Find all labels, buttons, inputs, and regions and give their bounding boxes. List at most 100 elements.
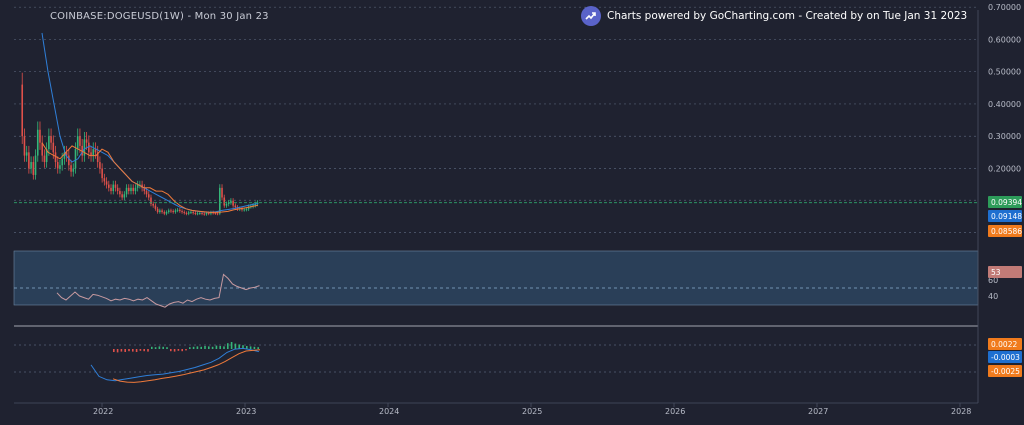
- macd-hist-bar: [143, 349, 145, 352]
- candle-body: [216, 213, 219, 215]
- candle-body: [161, 210, 163, 213]
- candle-body: [108, 184, 110, 188]
- macd-hist-bar: [158, 346, 161, 349]
- candle-body: [43, 155, 46, 163]
- macd-hist-bar: [177, 349, 180, 351]
- candle-body: [48, 136, 50, 150]
- macd-hist-bar: [223, 346, 225, 349]
- macd-hist-bar: [128, 349, 130, 352]
- candle-body: [183, 212, 186, 214]
- candle-body: [243, 209, 246, 211]
- y-tick-label: 0.20000: [988, 164, 1021, 173]
- candle-body: [112, 184, 115, 192]
- candle-body: [167, 210, 170, 213]
- candle-body: [192, 212, 194, 214]
- candle-body: [230, 200, 232, 203]
- macd-badge-3: -0.0025: [991, 367, 1020, 376]
- macd-hist-bar: [139, 349, 142, 351]
- macd-hist-bar: [154, 347, 157, 349]
- candle-body: [205, 212, 208, 215]
- candle-body: [103, 178, 106, 182]
- candle-body: [92, 149, 95, 156]
- chart-stage: 0.70000 0.60000 0.50000 0.40000 0.30000 0.200…: [0, 0, 1024, 425]
- candle-body: [121, 194, 123, 198]
- macd-hist-bar: [120, 349, 123, 352]
- macd-hist-bar: [170, 349, 172, 352]
- macd-hist-bar: [196, 346, 199, 349]
- macd-hist-bar: [208, 346, 210, 349]
- macd-hist-bar: [173, 349, 176, 352]
- macd-hist-bar: [132, 349, 134, 352]
- y-tick-label: 0.70000: [988, 3, 1021, 12]
- macd-badge-2: -0.0003: [991, 353, 1020, 362]
- candle-body: [70, 165, 72, 172]
- y-tick-label: 0.30000: [988, 132, 1021, 141]
- candle-body: [116, 187, 119, 192]
- candle-body: [88, 142, 90, 153]
- macd-hist-bar: [211, 346, 214, 349]
- candle-body: [105, 181, 108, 185]
- macd-hist-bar: [189, 347, 191, 349]
- macd-hist-bar: [135, 349, 138, 352]
- candle-body: [125, 187, 128, 195]
- ma-orange-line: [41, 142, 259, 213]
- candle-body: [72, 168, 75, 172]
- candle-body: [34, 155, 37, 175]
- price-badge-orange: 0.08586: [991, 227, 1022, 236]
- macd-hist-bar: [116, 349, 119, 353]
- candle-body: [39, 129, 41, 143]
- macd-hist-bar: [234, 343, 237, 349]
- ma-blue-line: [41, 32, 259, 213]
- candle-body: [30, 162, 32, 169]
- candle-body: [132, 187, 135, 192]
- candle-body: [234, 205, 237, 208]
- candle-body: [219, 187, 221, 214]
- candle-body: [56, 162, 59, 169]
- macd-hist-bar: [257, 347, 259, 349]
- candle-body: [187, 212, 190, 214]
- candle-body: [156, 208, 159, 213]
- x-tick-label: 2027: [808, 407, 828, 416]
- price-badge-blue: 0.09148: [991, 212, 1022, 221]
- rsi-tick-label: 40: [988, 292, 998, 301]
- macd-hist-bar: [162, 346, 164, 349]
- candle-body: [21, 84, 24, 137]
- macd-hist-bar: [124, 349, 126, 352]
- candle-body: [152, 203, 154, 206]
- candle-body: [194, 212, 197, 214]
- candle-body: [163, 212, 166, 214]
- credit-banner[interactable]: Charts powered by GoCharting.com - Creat…: [581, 6, 967, 26]
- candle-body: [119, 191, 121, 195]
- macd-hist-bar: [249, 346, 252, 349]
- macd-hist-bar: [219, 346, 221, 349]
- candle-body: [179, 209, 181, 212]
- macd-hist-bar: [215, 345, 218, 349]
- candle-body: [196, 213, 199, 215]
- macd-hist-bar: [192, 346, 195, 349]
- candle-body: [221, 187, 223, 198]
- candle-body: [23, 136, 26, 156]
- candle-body: [203, 213, 206, 215]
- candle-body: [214, 212, 217, 214]
- chart-canvas[interactable]: 0.70000 0.60000 0.50000 0.40000 0.30000 0.200…: [0, 0, 1024, 425]
- candle-body: [225, 203, 228, 206]
- candle-body: [61, 158, 63, 166]
- macd-hist-bar: [185, 349, 187, 351]
- candle-body: [172, 211, 174, 213]
- candle-body: [127, 187, 130, 192]
- candle-body: [74, 149, 77, 169]
- candle-body: [199, 212, 201, 214]
- candle-body: [159, 210, 161, 213]
- x-tick-label: 2023: [236, 407, 256, 416]
- trend-up-icon: [581, 6, 601, 26]
- macd-hist-bar: [200, 346, 202, 349]
- candle-body: [174, 210, 177, 213]
- candle-body: [232, 200, 234, 206]
- candle-body: [130, 187, 132, 192]
- candle-body: [245, 209, 248, 211]
- candle-body: [154, 205, 157, 209]
- candle-body: [114, 184, 117, 188]
- x-tick-label: 2022: [93, 407, 113, 416]
- macd-hist-bar: [166, 347, 168, 349]
- candle-body: [223, 197, 226, 206]
